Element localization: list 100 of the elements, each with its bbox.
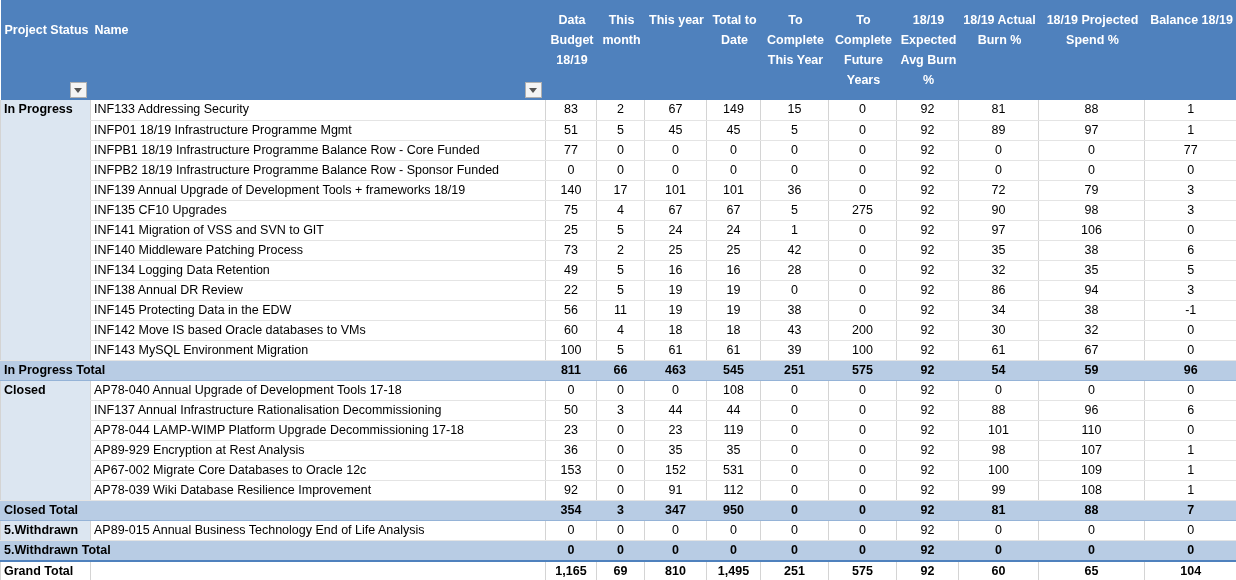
total-cell: 81 <box>958 500 1039 520</box>
value-cell: 0 <box>828 380 897 400</box>
value-cell: 96 <box>1038 400 1145 420</box>
value-cell: 0 <box>760 440 829 460</box>
value-cell: 5 <box>596 220 645 240</box>
value-cell: 72 <box>958 180 1039 200</box>
value-cell: 91 <box>644 480 707 500</box>
value-cell: 5 <box>760 200 829 220</box>
value-cell: 0 <box>760 460 829 480</box>
value-cell: 79 <box>1038 180 1145 200</box>
value-cell: 92 <box>896 520 959 540</box>
value-cell: 149 <box>706 100 761 120</box>
value-cell: 119 <box>706 420 761 440</box>
value-cell: 92 <box>896 220 959 240</box>
total-cell: 1,165 <box>545 560 597 580</box>
value-cell: 92 <box>896 300 959 320</box>
value-cell: 0 <box>706 140 761 160</box>
value-cell: 23 <box>545 420 597 440</box>
total-cell: 0 <box>1038 540 1145 561</box>
total-cell: 0 <box>760 500 829 520</box>
column-header: Balance 18/19 <box>1144 0 1236 100</box>
value-cell: 92 <box>896 400 959 420</box>
value-cell: 2 <box>596 240 645 260</box>
value-cell: 25 <box>644 240 707 260</box>
total-cell: 251 <box>760 360 829 380</box>
value-cell: 38 <box>760 300 829 320</box>
value-cell: 0 <box>828 100 897 120</box>
value-cell: 99 <box>958 480 1039 500</box>
value-cell: 0 <box>828 460 897 480</box>
value-cell: 109 <box>1038 460 1145 480</box>
value-cell: 1 <box>1144 440 1236 460</box>
total-cell: 66 <box>596 360 645 380</box>
value-cell: 38 <box>1038 240 1145 260</box>
column-header: This month <box>596 0 645 100</box>
name-cell: INF135 CF10 Upgrades <box>90 200 546 220</box>
value-cell: 19 <box>644 300 707 320</box>
total-cell: 7 <box>1144 500 1236 520</box>
value-cell: 0 <box>958 380 1039 400</box>
value-cell: 275 <box>828 200 897 220</box>
value-cell: 5 <box>596 260 645 280</box>
value-cell: 5 <box>596 120 645 140</box>
value-cell: 0 <box>545 520 597 540</box>
value-cell: -1 <box>1144 300 1236 320</box>
value-cell: 0 <box>596 160 645 180</box>
value-cell: 28 <box>760 260 829 280</box>
column-header: To Complete Future Years <box>828 0 897 100</box>
total-cell: 0 <box>828 500 897 520</box>
value-cell: 92 <box>896 140 959 160</box>
value-cell: 92 <box>896 120 959 140</box>
value-cell: 61 <box>644 340 707 360</box>
value-cell: 88 <box>958 400 1039 420</box>
value-cell: 3 <box>1144 180 1236 200</box>
value-cell: 98 <box>958 440 1039 460</box>
value-cell: 36 <box>760 180 829 200</box>
total-cell: 0 <box>1144 540 1236 561</box>
value-cell: 92 <box>896 280 959 300</box>
name-cell: INFPB1 18/19 Infrastructure Programme Balance Row - Core Funded <box>90 140 546 160</box>
value-cell: 0 <box>760 380 829 400</box>
value-cell: 152 <box>644 460 707 480</box>
value-cell: 18 <box>706 320 761 340</box>
value-cell: 0 <box>760 400 829 420</box>
value-cell: 5 <box>596 340 645 360</box>
value-cell: 1 <box>1144 120 1236 140</box>
value-cell: 94 <box>1038 280 1145 300</box>
value-cell: 43 <box>760 320 829 340</box>
column-header: Total to Date <box>706 0 761 100</box>
value-cell: 19 <box>644 280 707 300</box>
total-cell: 104 <box>1144 560 1236 580</box>
value-cell: 30 <box>958 320 1039 340</box>
total-cell: 92 <box>896 360 959 380</box>
value-cell: 22 <box>545 280 597 300</box>
filter-button[interactable] <box>524 82 542 98</box>
total-cell: 92 <box>896 500 959 520</box>
total-cell: 950 <box>706 500 761 520</box>
value-cell: 1 <box>1144 460 1236 480</box>
total-cell: 251 <box>760 560 829 580</box>
value-cell: 73 <box>545 240 597 260</box>
value-cell: 0 <box>1038 380 1145 400</box>
value-cell: 100 <box>828 340 897 360</box>
total-cell: 545 <box>706 360 761 380</box>
value-cell: 92 <box>896 380 959 400</box>
name-cell: AP89-929 Encryption at Rest Analysis <box>90 440 546 460</box>
value-cell: 25 <box>545 220 597 240</box>
value-cell: 16 <box>706 260 761 280</box>
value-cell: 24 <box>706 220 761 240</box>
value-cell: 0 <box>1144 520 1236 540</box>
value-cell: 5 <box>1144 260 1236 280</box>
value-cell: 92 <box>896 320 959 340</box>
value-cell: 0 <box>596 140 645 160</box>
value-cell: 0 <box>760 480 829 500</box>
total-cell: 0 <box>828 540 897 561</box>
value-cell: 67 <box>644 200 707 220</box>
filter-button[interactable] <box>69 82 87 98</box>
value-cell: 0 <box>958 140 1039 160</box>
status-cell: 5.Withdrawn <box>0 520 91 540</box>
name-cell: INFP01 18/19 Infrastructure Programme Mgmt <box>90 120 546 140</box>
total-cell: 347 <box>644 500 707 520</box>
value-cell: 1 <box>760 220 829 240</box>
value-cell: 106 <box>1038 220 1145 240</box>
value-cell: 112 <box>706 480 761 500</box>
